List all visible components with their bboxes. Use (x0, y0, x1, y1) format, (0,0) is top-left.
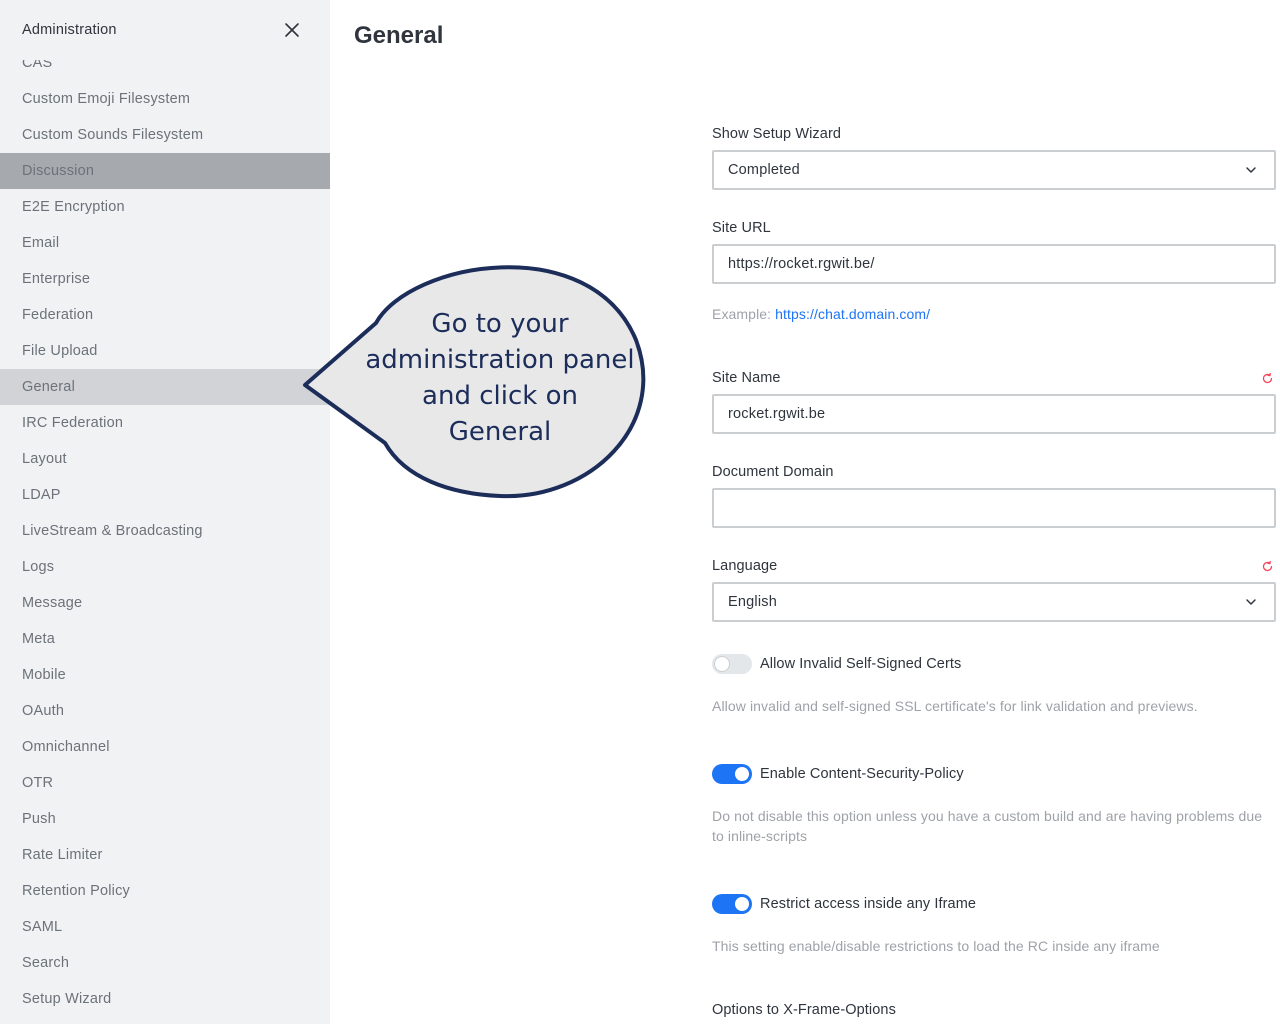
sidebar-item-push[interactable]: Push (0, 801, 330, 837)
restrict-iframe-toggle[interactable] (712, 894, 752, 914)
site-name-label: Site Name (712, 370, 781, 386)
sidebar-item-irc-federation[interactable]: IRC Federation (0, 405, 330, 441)
sidebar-item-otr[interactable]: OTR (0, 765, 330, 801)
sidebar-item-livestream-broadcasting[interactable]: LiveStream & Broadcasting (0, 513, 330, 549)
callout-line: and click on (422, 381, 578, 411)
sidebar-item-email[interactable]: Email (0, 225, 330, 261)
allow-invalid-certs-label: Allow Invalid Self-Signed Certs (760, 656, 962, 672)
callout-line: administration panel (365, 345, 635, 375)
language-value: English (728, 594, 777, 610)
sidebar-item-federation[interactable]: Federation (0, 297, 330, 333)
sidebar-item-ldap[interactable]: LDAP (0, 477, 330, 513)
language-label: Language (712, 558, 778, 574)
sidebar-item-enterprise[interactable]: Enterprise (0, 261, 330, 297)
site-url-value: https://rocket.rgwit.be/ (728, 256, 875, 272)
sidebar-title: Administration (22, 22, 117, 38)
sidebar-item-meta[interactable]: Meta (0, 621, 330, 657)
admin-sidebar: CAS Custom Emoji Filesystem Custom Sound… (0, 0, 330, 1024)
document-domain-input[interactable] (712, 488, 1276, 528)
close-icon (285, 23, 299, 37)
sidebar-item-custom-emoji-filesystem[interactable]: Custom Emoji Filesystem (0, 81, 330, 117)
sidebar-item-retention-policy[interactable]: Retention Policy (0, 873, 330, 909)
chevron-down-icon (1246, 167, 1256, 173)
toggle-knob (735, 897, 749, 911)
sidebar-item-discussion[interactable]: Discussion (0, 153, 330, 189)
sidebar-header: Administration (0, 0, 330, 60)
document-domain-label: Document Domain (712, 464, 834, 480)
enable-csp-hint: Do not disable this option unless you ha… (712, 808, 1263, 844)
enable-csp-label: Enable Content-Security-Policy (760, 766, 964, 782)
restrict-iframe-label: Restrict access inside any Iframe (760, 896, 977, 912)
show-setup-wizard-label: Show Setup Wizard (712, 126, 842, 142)
sidebar-item-e2e-encryption[interactable]: E2E Encryption (0, 189, 330, 225)
show-setup-wizard-value: Completed (728, 162, 800, 178)
site-url-hint-prefix: Example: (712, 306, 772, 322)
allow-invalid-certs-hint: Allow invalid and self-signed SSL certif… (712, 698, 1198, 714)
callout-line: General (448, 417, 552, 447)
callout-line: Go to your (431, 309, 569, 339)
sidebar-list: CAS Custom Emoji Filesystem Custom Sound… (0, 45, 330, 1017)
chevron-down-icon (1246, 599, 1256, 605)
site-url-label: Site URL (712, 220, 771, 236)
sidebar-item-saml[interactable]: SAML (0, 909, 330, 945)
toggle-knob (715, 657, 729, 671)
show-setup-wizard-select[interactable]: Completed (712, 150, 1276, 190)
sidebar-item-file-upload[interactable]: File Upload (0, 333, 330, 369)
sidebar-item-setup-wizard[interactable]: Setup Wizard (0, 981, 330, 1017)
sidebar-item-message[interactable]: Message (0, 585, 330, 621)
x-frame-options-label: Options to X-Frame-Options (712, 1002, 896, 1018)
sidebar-item-omnichannel[interactable]: Omnichannel (0, 729, 330, 765)
site-url-hint: Example: https://chat.domain.com/ (712, 304, 1278, 324)
site-url-input[interactable]: https://rocket.rgwit.be/ (712, 244, 1276, 284)
allow-invalid-certs-toggle[interactable] (712, 654, 752, 674)
sidebar-item-custom-sounds-filesystem[interactable]: Custom Sounds Filesystem (0, 117, 330, 153)
sidebar-item-layout[interactable]: Layout (0, 441, 330, 477)
sidebar-item-rate-limiter[interactable]: Rate Limiter (0, 837, 330, 873)
sidebar-item-logs[interactable]: Logs (0, 549, 330, 585)
reset-icon[interactable] (1261, 372, 1274, 385)
enable-csp-toggle[interactable] (712, 764, 752, 784)
page-title: General (354, 22, 444, 49)
close-button[interactable] (281, 19, 303, 41)
callout-text: Go to your administration panel and clic… (364, 306, 636, 450)
language-select[interactable]: English (712, 582, 1276, 622)
toggle-knob (735, 767, 749, 781)
sidebar-item-mobile[interactable]: Mobile (0, 657, 330, 693)
site-name-value: rocket.rgwit.be (728, 406, 826, 422)
site-url-example-link[interactable]: https://chat.domain.com/ (775, 306, 930, 322)
sidebar-item-search[interactable]: Search (0, 945, 330, 981)
restrict-iframe-hint: This setting enable/disable restrictions… (712, 938, 1160, 954)
sidebar-item-oauth[interactable]: OAuth (0, 693, 330, 729)
sidebar-item-general[interactable]: General (0, 369, 330, 405)
reset-icon[interactable] (1261, 560, 1274, 573)
site-name-input[interactable]: rocket.rgwit.be (712, 394, 1276, 434)
